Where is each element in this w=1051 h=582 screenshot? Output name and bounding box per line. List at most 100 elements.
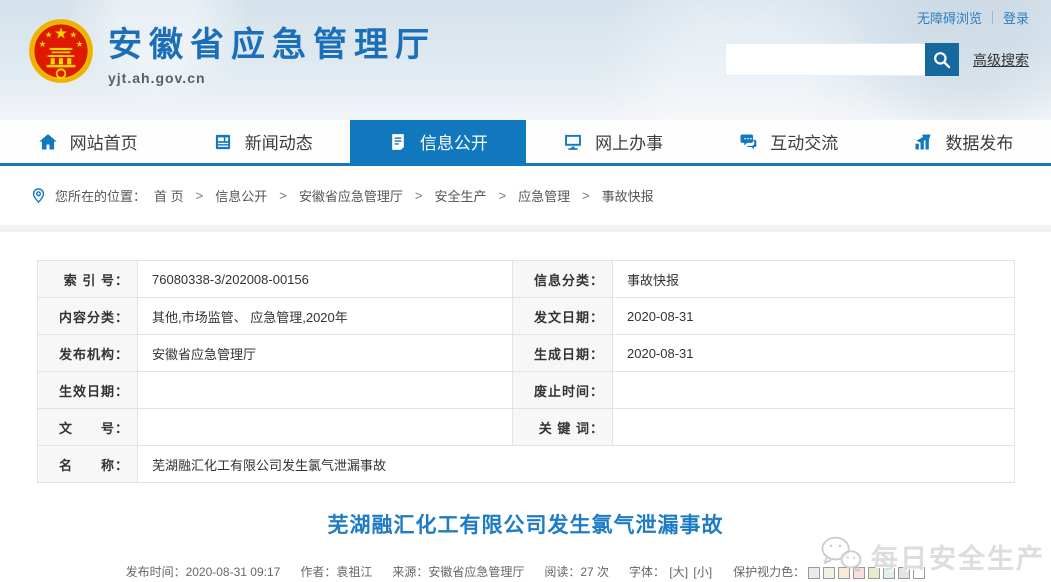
font-size-control: 字体： [大] [小] [629, 563, 713, 580]
doc-number-value [138, 409, 513, 446]
breadcrumb-item-home[interactable]: 首 页 [154, 186, 184, 205]
info-category-value: 事故快报 [613, 261, 1015, 298]
search-icon [932, 50, 952, 70]
source: 来源：安徽省应急管理厅 [392, 563, 524, 580]
eye-color-swatch[interactable] [868, 567, 880, 579]
nav-item-news[interactable]: 新闻动态 [175, 120, 350, 163]
doc-number-label: 文 号： [38, 409, 138, 446]
nav-label: 数据发布 [945, 129, 1013, 154]
info-category-label: 信息分类： [513, 261, 613, 298]
news-icon [213, 132, 233, 152]
article-meta: 发布时间：2020-08-31 09:17 作者：袁祖江 来源：安徽省应急管理厅… [0, 563, 1051, 580]
breadcrumb-separator: > [279, 188, 287, 203]
nav-label: 网上办事 [595, 129, 663, 154]
nav-item-data-release[interactable]: 数据发布 [876, 120, 1051, 163]
eye-color-swatch[interactable] [898, 567, 910, 579]
header-right: 无障碍浏览 登录 高级搜索 [725, 8, 1029, 76]
site-header: 安徽省应急管理厅 yjt.ah.gov.cn 无障碍浏览 登录 高级搜索 [0, 0, 1051, 120]
search-input[interactable] [725, 43, 925, 76]
article-content: 索 引 号： 76080338-3/202008-00156 信息分类： 事故快… [0, 232, 1051, 580]
monitor-icon [563, 132, 583, 152]
breadcrumb-item-department[interactable]: 安徽省应急管理厅 [299, 186, 403, 205]
breadcrumb-item-safety[interactable]: 安全生产 [434, 186, 486, 205]
login-link[interactable]: 登录 [1003, 8, 1029, 27]
issue-date-label: 发文日期： [513, 298, 613, 335]
nav-label: 互动交流 [770, 129, 838, 154]
eye-color-swatch[interactable] [838, 567, 850, 579]
publisher-label: 发布机构： [38, 335, 138, 372]
eye-color-swatch[interactable] [913, 567, 925, 579]
breadcrumb-item-info-disclosure[interactable]: 信息公开 [215, 186, 267, 205]
breadcrumb-item-emergency[interactable]: 应急管理 [518, 186, 570, 205]
font-smaller-button[interactable]: [小] [693, 565, 712, 579]
nav-item-online-services[interactable]: 网上办事 [526, 120, 701, 163]
eye-protect-label: 保护视力色： [733, 565, 805, 579]
nav-item-interaction[interactable]: 互动交流 [701, 120, 876, 163]
table-row: 内容分类： 其他,市场监管、 应急管理,2020年 发文日期： 2020-08-… [38, 298, 1015, 335]
location-pin-icon [30, 187, 47, 204]
breadcrumb-separator: > [196, 188, 204, 203]
main-nav: 网站首页 新闻动态 信息公开 网上办事 互动交流 数据发布 [0, 120, 1051, 166]
doc-name-value: 芜湖融汇化工有限公司发生氯气泄漏事故 [138, 446, 1015, 483]
abolish-date-label: 废止时间： [513, 372, 613, 409]
nav-item-info-disclosure[interactable]: 信息公开 [350, 120, 525, 163]
generate-date-value: 2020-08-31 [613, 335, 1015, 372]
eye-color-swatch[interactable] [823, 567, 835, 579]
publish-time: 发布时间：2020-08-31 09:17 [126, 563, 281, 580]
effective-date-value [138, 372, 513, 409]
view-count: 阅读：27 次 [544, 563, 609, 580]
index-number-value: 76080338-3/202008-00156 [138, 261, 513, 298]
top-links-divider [992, 11, 993, 24]
content-category-label: 内容分类： [38, 298, 138, 335]
eye-color-swatch[interactable] [853, 567, 865, 579]
search-bar: 高级搜索 [725, 43, 1029, 76]
search-button[interactable] [925, 43, 959, 76]
national-emblem-icon [28, 16, 94, 86]
advanced-search-link[interactable]: 高级搜索 [973, 50, 1029, 70]
breadcrumb-separator: > [582, 188, 590, 203]
breadcrumb-separator: > [498, 188, 506, 203]
publisher-value: 安徽省应急管理厅 [138, 335, 513, 372]
site-logo[interactable]: 安徽省应急管理厅 yjt.ah.gov.cn [28, 16, 436, 86]
site-title: 安徽省应急管理厅 [108, 17, 436, 66]
table-row: 发布机构： 安徽省应急管理厅 生成日期： 2020-08-31 [38, 335, 1015, 372]
top-links: 无障碍浏览 登录 [725, 8, 1029, 27]
breadcrumb-item-accident-report[interactable]: 事故快报 [602, 186, 654, 205]
author: 作者：袁祖江 [300, 563, 372, 580]
font-larger-button[interactable]: [大] [669, 565, 688, 579]
document-info-table: 索 引 号： 76080338-3/202008-00156 信息分类： 事故快… [37, 260, 1015, 483]
breadcrumb-prefix: 您所在的位置： [55, 186, 146, 205]
chat-icon [738, 132, 758, 152]
issue-date-value: 2020-08-31 [613, 298, 1015, 335]
doc-name-label: 名 称： [38, 446, 138, 483]
table-row: 生效日期： 废止时间： [38, 372, 1015, 409]
nav-item-home[interactable]: 网站首页 [0, 120, 175, 163]
content-category-value: 其他,市场监管、 应急管理,2020年 [138, 298, 513, 335]
article-title: 芜湖融汇化工有限公司发生氯气泄漏事故 [0, 509, 1051, 539]
nav-label: 新闻动态 [245, 129, 313, 154]
effective-date-label: 生效日期： [38, 372, 138, 409]
home-icon [38, 132, 58, 152]
breadcrumb-separator: > [415, 188, 423, 203]
document-icon [388, 132, 408, 152]
nav-label: 信息公开 [420, 129, 488, 154]
eye-color-swatch[interactable] [883, 567, 895, 579]
table-row: 索 引 号： 76080338-3/202008-00156 信息分类： 事故快… [38, 261, 1015, 298]
table-row: 名 称： 芜湖融汇化工有限公司发生氯气泄漏事故 [38, 446, 1015, 483]
table-row: 文 号： 关 键 词： [38, 409, 1015, 446]
generate-date-label: 生成日期： [513, 335, 613, 372]
chart-icon [913, 132, 933, 152]
site-title-block: 安徽省应急管理厅 yjt.ah.gov.cn [108, 17, 436, 86]
eye-color-swatch[interactable] [808, 567, 820, 579]
index-number-label: 索 引 号： [38, 261, 138, 298]
eye-protect-control: 保护视力色： [733, 563, 925, 580]
keywords-value [613, 409, 1015, 446]
section-divider [0, 225, 1051, 232]
font-size-label: 字体： [629, 565, 665, 579]
site-url: yjt.ah.gov.cn [108, 70, 436, 86]
breadcrumb: 您所在的位置： 首 页 > 信息公开 > 安徽省应急管理厅 > 安全生产 > 应… [0, 166, 1051, 225]
eye-color-swatches [808, 567, 925, 579]
keywords-label: 关 键 词： [513, 409, 613, 446]
accessibility-link[interactable]: 无障碍浏览 [917, 8, 982, 27]
abolish-date-value [613, 372, 1015, 409]
